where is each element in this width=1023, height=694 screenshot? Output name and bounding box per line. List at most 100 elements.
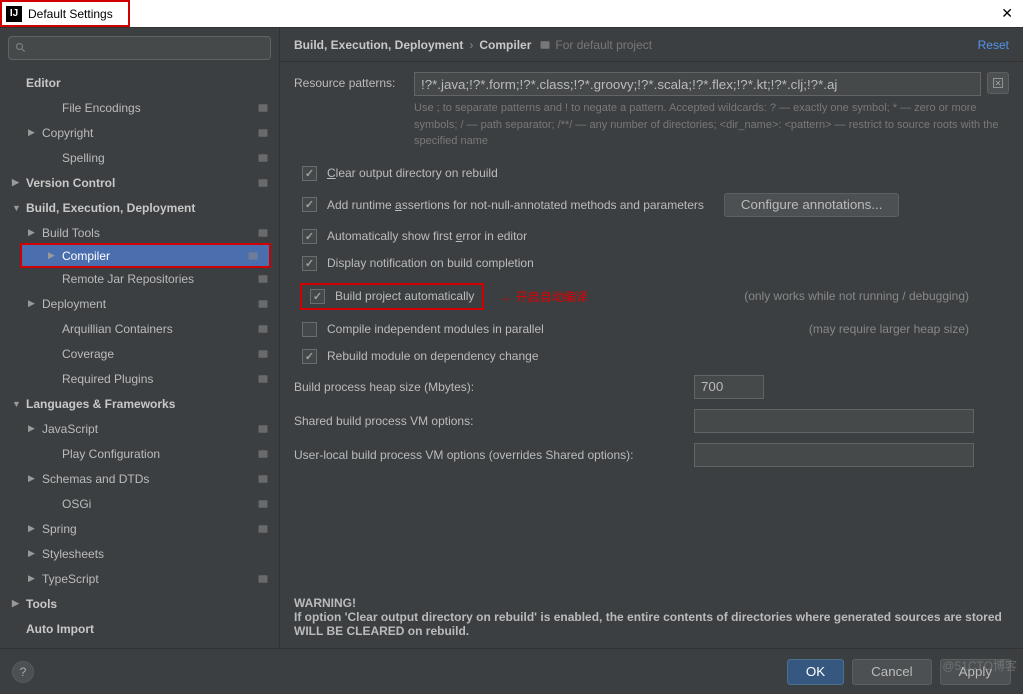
configure-annotations-button[interactable]: Configure annotations... xyxy=(724,193,900,217)
show-first-error-label: Automatically show first error in editor xyxy=(327,229,527,243)
build-notification-checkbox[interactable] xyxy=(302,256,317,271)
resource-patterns-label: Resource patterns: xyxy=(294,72,414,90)
tree-item-label: Remote Jar Repositories xyxy=(62,272,194,286)
tree-item-label: File Encodings xyxy=(62,101,141,115)
tree-item-spelling[interactable]: Spelling xyxy=(0,145,279,170)
project-scope-icon xyxy=(257,473,269,485)
watermark: @51CTO博客 xyxy=(942,657,1017,674)
project-scope-icon xyxy=(257,348,269,360)
bottom-bar: ? OK Cancel Apply xyxy=(0,648,1023,694)
tree-item-label: Compiler xyxy=(62,249,110,263)
tree-item-label: Arquillian Containers xyxy=(62,322,173,336)
tree-item-schemas-and-dtds[interactable]: ▶Schemas and DTDs xyxy=(0,466,279,491)
reset-link[interactable]: Reset xyxy=(978,38,1009,52)
help-icon: ? xyxy=(20,665,27,679)
expand-field-button[interactable] xyxy=(987,72,1009,94)
tree-item-label: Spelling xyxy=(62,151,105,165)
runtime-assertions-label: Add runtime assertions for not-null-anno… xyxy=(327,198,704,212)
tree-item-tools[interactable]: ▶Tools xyxy=(0,591,279,616)
project-scope-icon xyxy=(257,227,269,239)
breadcrumb-part2: Compiler xyxy=(479,38,531,52)
tree-item-editor[interactable]: Editor xyxy=(0,70,279,95)
project-scope-icon xyxy=(257,448,269,460)
tree-item-arquillian-containers[interactable]: Arquillian Containers xyxy=(0,316,279,341)
tree-item-coverage[interactable]: Coverage xyxy=(0,341,279,366)
close-icon[interactable]: ✕ xyxy=(1001,5,1013,22)
cancel-button[interactable]: Cancel xyxy=(852,659,932,685)
resource-patterns-help: Use ; to separate patterns and ! to nega… xyxy=(414,100,1009,150)
breadcrumb: Build, Execution, Deployment › Compiler … xyxy=(280,28,1023,62)
breadcrumb-hint: For default project xyxy=(539,38,652,52)
heap-size-label: Build process heap size (Mbytes): xyxy=(294,380,694,394)
tree-item-osgi[interactable]: OSGi xyxy=(0,491,279,516)
tree-item-stylesheets[interactable]: ▶Stylesheets xyxy=(0,541,279,566)
compile-parallel-note: (may require larger heap size) xyxy=(809,322,1009,336)
tree-item-spring[interactable]: ▶Spring xyxy=(0,516,279,541)
tree-item-remote-jar-repositories[interactable]: Remote Jar Repositories xyxy=(0,266,279,291)
tree-item-copyright[interactable]: ▶Copyright xyxy=(0,120,279,145)
build-auto-checkbox[interactable] xyxy=(310,289,325,304)
project-scope-icon xyxy=(257,273,269,285)
sidebar: EditorFile Encodings ▶Copyright Spelling ▶V… xyxy=(0,28,280,648)
clear-output-checkbox[interactable] xyxy=(302,166,317,181)
tree-item-label: TypeScript xyxy=(42,572,99,586)
tree-item-label: Required Plugins xyxy=(62,372,153,386)
search-input[interactable] xyxy=(8,36,271,60)
project-scope-icon xyxy=(257,298,269,310)
breadcrumb-part1[interactable]: Build, Execution, Deployment xyxy=(294,38,463,52)
tree-item-languages-frameworks[interactable]: ▼ Languages & Frameworks xyxy=(0,391,279,416)
tree-item-label: Languages & Frameworks xyxy=(26,397,175,411)
user-vm-input[interactable] xyxy=(694,443,974,467)
tree-item-play-configuration[interactable]: Play Configuration xyxy=(0,441,279,466)
project-scope-icon xyxy=(257,423,269,435)
tree-item-version-control[interactable]: ▶Version Control xyxy=(0,170,279,195)
tree-item-required-plugins[interactable]: Required Plugins xyxy=(0,366,279,391)
tree-item-file-encodings[interactable]: File Encodings xyxy=(0,95,279,120)
shared-vm-input[interactable] xyxy=(694,409,974,433)
project-scope-icon xyxy=(257,373,269,385)
tree-item-build-execution-deployment[interactable]: ▼Build, Execution, Deployment xyxy=(0,195,279,220)
rebuild-dependency-label: Rebuild module on dependency change xyxy=(327,349,539,363)
search-icon xyxy=(15,42,27,54)
tree-arrow-icon: ▶ xyxy=(28,127,38,138)
warning-title: WARNING! xyxy=(294,596,1009,610)
tree-item-typescript[interactable]: ▶TypeScript xyxy=(0,566,279,591)
project-scope-icon xyxy=(257,573,269,585)
tree-item-label: JavaScript xyxy=(42,422,98,436)
tree-item-label: Editor xyxy=(26,76,61,90)
warning-text: If option 'Clear output directory on reb… xyxy=(294,610,1009,638)
window-title: Default Settings xyxy=(28,7,113,21)
annotation-text: ← 开启自动编译 xyxy=(500,288,587,305)
tree-arrow-icon: ▶ xyxy=(28,548,38,559)
show-first-error-checkbox[interactable] xyxy=(302,229,317,244)
warning-block: WARNING! If option 'Clear output directo… xyxy=(294,596,1009,638)
resource-patterns-input[interactable] xyxy=(414,72,981,96)
settings-tree: EditorFile Encodings ▶Copyright Spelling ▶V… xyxy=(0,68,279,648)
tree-item-build-tools[interactable]: ▶Build Tools xyxy=(0,220,279,245)
chevron-right-icon: › xyxy=(469,38,473,52)
runtime-assertions-checkbox[interactable] xyxy=(302,197,317,212)
tree-item-label: Spring xyxy=(42,522,77,536)
rebuild-dependency-checkbox[interactable] xyxy=(302,349,317,364)
project-scope-icon xyxy=(257,498,269,510)
build-auto-note: (only works while not running / debuggin… xyxy=(744,289,1009,303)
tree-arrow-icon: ▶ xyxy=(28,298,38,309)
tree-arrow-icon: ▶ xyxy=(28,473,38,484)
tree-item-deployment[interactable]: ▶ Deployment xyxy=(0,291,279,316)
tree-item-javascript[interactable]: ▶JavaScript xyxy=(0,416,279,441)
project-scope-icon xyxy=(247,250,259,262)
project-scope-icon xyxy=(257,523,269,535)
heap-size-input[interactable] xyxy=(694,375,764,399)
tree-item-label: Deployment xyxy=(42,297,106,311)
tree-item-label: Build Tools xyxy=(42,226,100,240)
tree-arrow-icon: ▼ xyxy=(12,399,22,409)
project-scope-icon xyxy=(257,152,269,164)
tree-item-compiler[interactable]: ▶ Compiler xyxy=(20,243,271,268)
compile-parallel-checkbox[interactable] xyxy=(302,322,317,337)
ok-button[interactable]: OK xyxy=(787,659,844,685)
help-button[interactable]: ? xyxy=(12,661,34,683)
tree-item-auto-import[interactable]: Auto Import xyxy=(0,616,279,641)
tree-item-label: Play Configuration xyxy=(62,447,160,461)
tree-arrow-icon: ▶ xyxy=(48,250,58,261)
user-vm-label: User-local build process VM options (ove… xyxy=(294,448,694,462)
